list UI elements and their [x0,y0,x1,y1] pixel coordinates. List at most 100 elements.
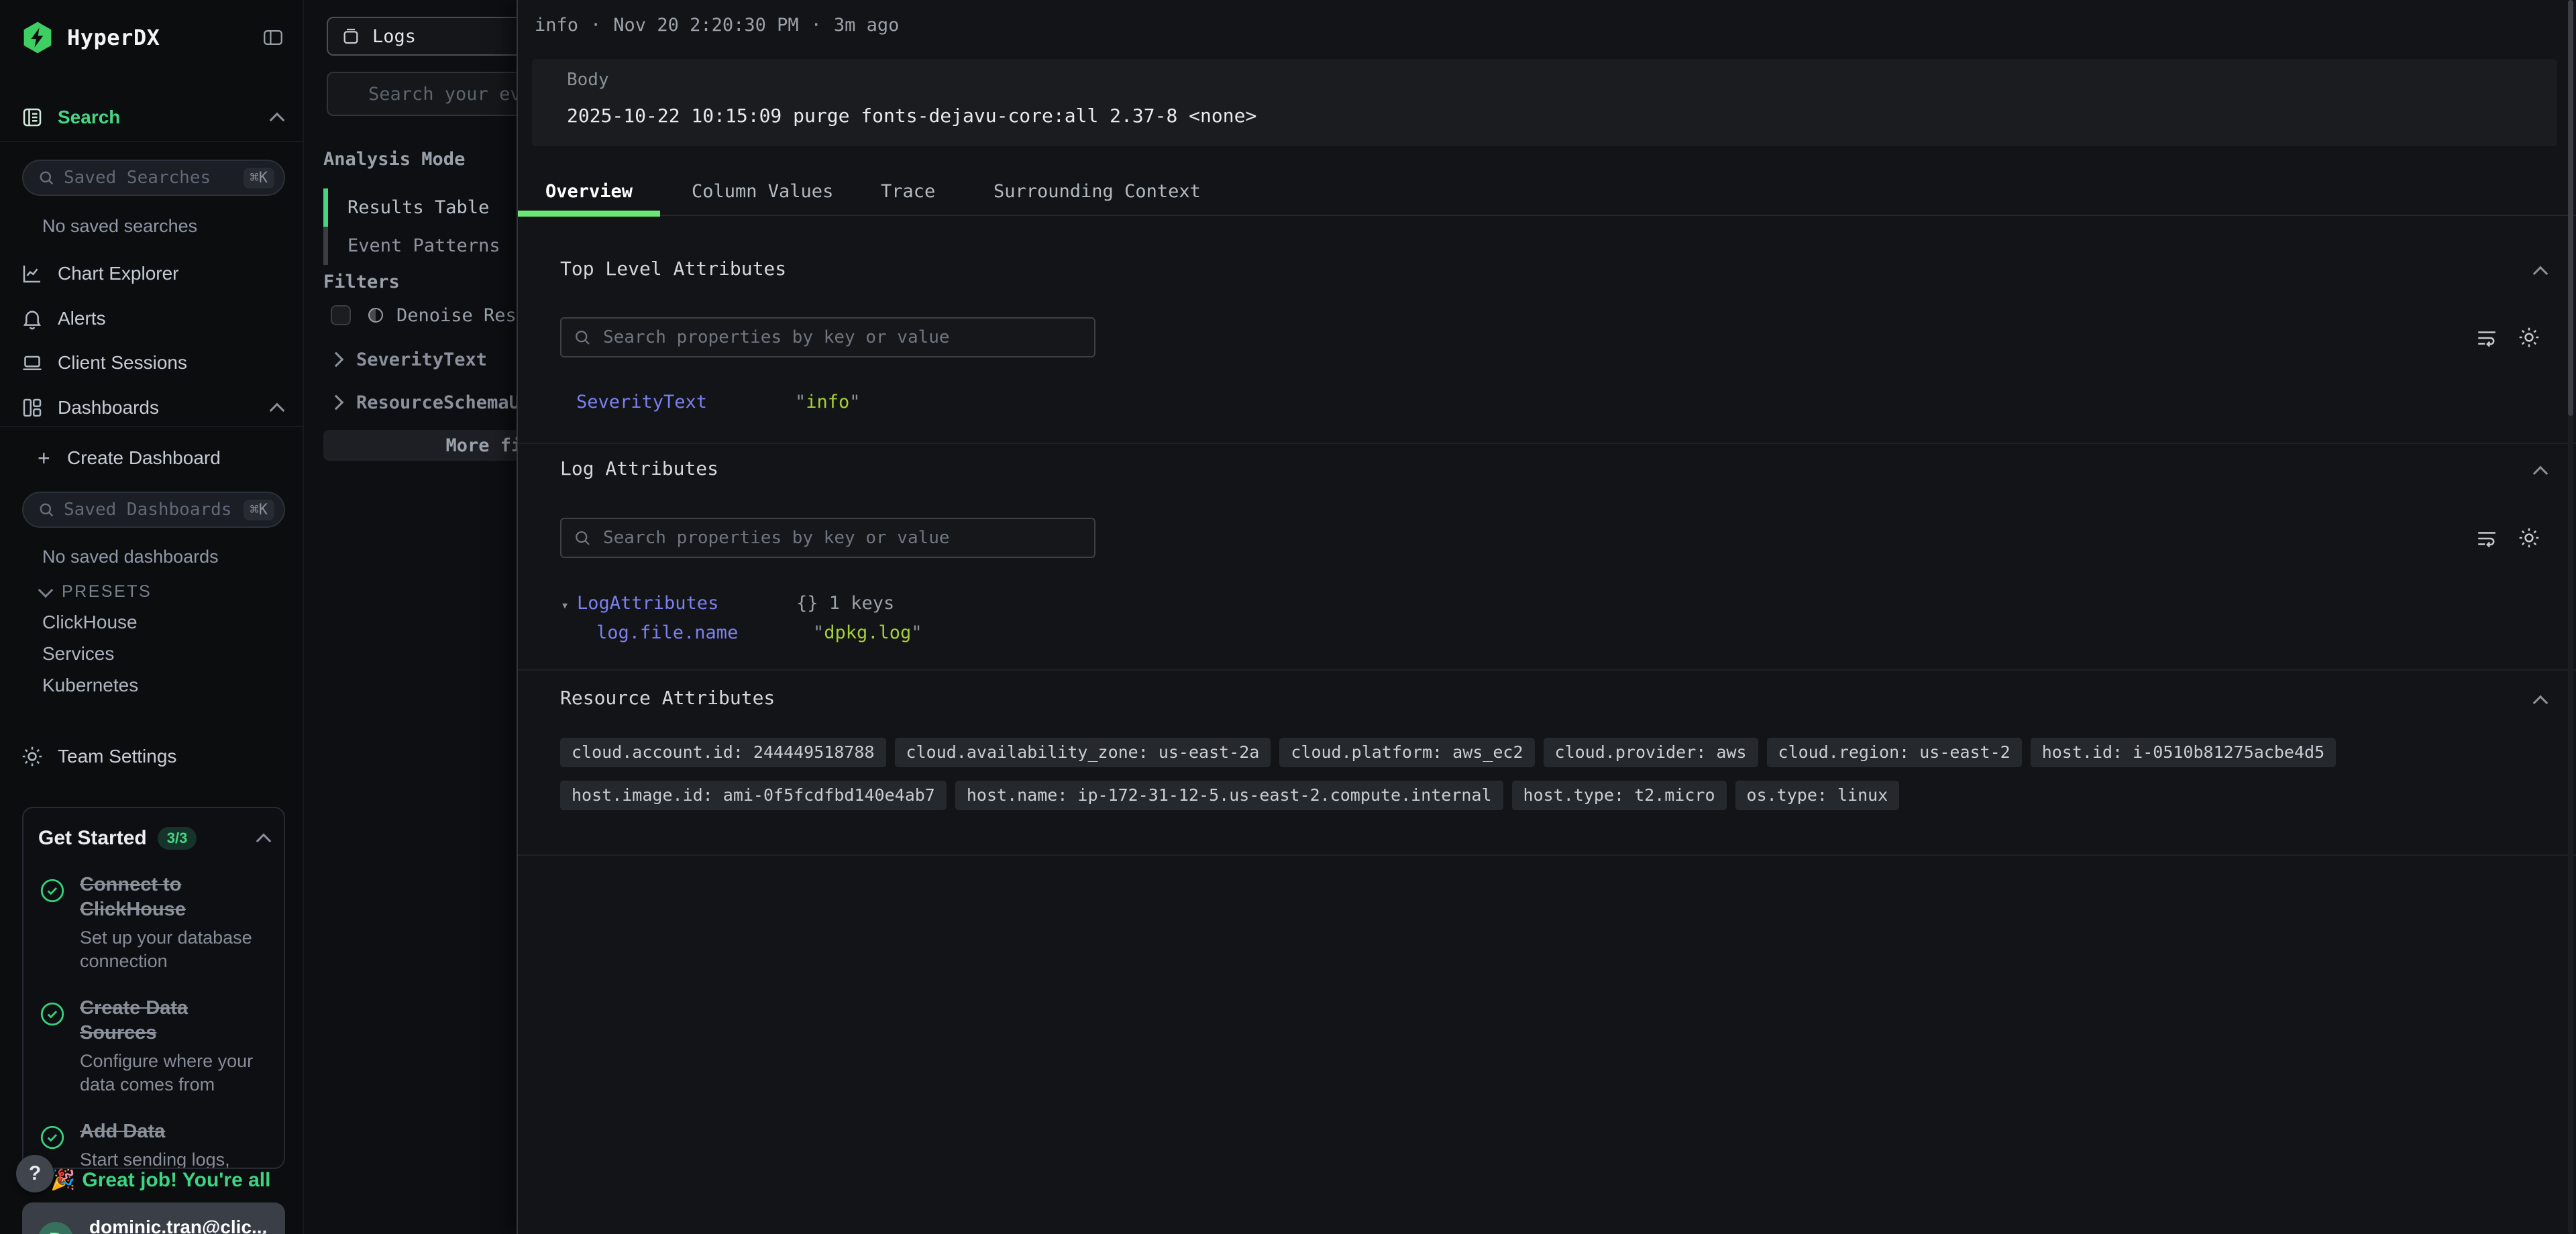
filter-group-resourceschemaurl[interactable]: ResourceSchemaUrl [331,390,541,414]
sidebar-item-client-sessions[interactable]: Client Sessions [0,347,303,378]
filters-label: Filters [323,272,400,292]
section-divider [518,854,2576,856]
preset-services[interactable]: Services [42,643,114,665]
attribute-key[interactable]: SeverityText [576,392,707,412]
preset-kubernetes[interactable]: Kubernetes [42,675,138,696]
settings-gear-icon[interactable] [2517,325,2541,349]
collapse-section-icon[interactable] [2533,466,2548,482]
mode-event-patterns[interactable]: Event Patterns [323,227,500,265]
collapse-section-icon[interactable] [2533,695,2548,711]
dashboard-layout-icon [20,396,51,420]
gear-icon [20,744,51,769]
attribute-key[interactable]: LogAttributes [577,593,718,614]
property-search-input[interactable] [602,527,1083,549]
tab-surrounding-context[interactable]: Surrounding Context [994,181,1201,202]
sidebar-item-alerts[interactable]: Alerts [0,303,303,334]
event-detail-panel: info · Nov 20 2:20:30 PM · 3m ago Body 2… [517,0,2576,1234]
denoise-checkbox[interactable] [331,305,351,325]
search-icon [37,168,56,187]
section-divider [518,443,2576,444]
tab-trace[interactable]: Trace [881,181,935,202]
bell-icon [20,306,51,331]
filter-group-severitytext[interactable]: SeverityText [331,347,487,372]
help-button[interactable]: ? [16,1155,54,1192]
logs-source-icon [340,25,362,47]
resource-attribute-pill[interactable]: cloud.account.id: 244449518788 [560,738,886,767]
plus-icon: + [38,446,60,471]
sidebar-item-team-settings[interactable]: Team Settings [0,741,303,772]
resource-attribute-pill[interactable]: cloud.region: us-east-2 [1767,738,2022,767]
tab-overview[interactable]: Overview [518,181,660,202]
get-started-step-add-data[interactable]: Add Data Start sending logs, metrics, or… [38,1119,269,1169]
collapse-sidebar-icon[interactable] [260,26,286,49]
app-title[interactable]: HyperDX [67,25,160,50]
shortcut-badge: ⌘K [244,168,275,188]
saved-dashboards-input[interactable]: Saved Dashboards ⌘K [22,492,285,528]
body-label: Body [567,70,609,90]
section-divider [518,669,2576,671]
attribute-value[interactable]: "info" [795,392,861,412]
scrollbar-thumb[interactable] [2568,0,2573,416]
scrollbar-track[interactable] [2568,0,2573,1234]
resource-attribute-pill[interactable]: host.image.id: ami-0f5fcdfbd140e4ab7 [560,781,947,810]
tree-expand-caret[interactable]: ▾ [561,597,569,613]
progress-badge: 3/3 [158,827,197,850]
party-icon: 🎉 [50,1168,75,1192]
sidebar-item-search[interactable]: Search [0,102,303,133]
resource-attribute-pill[interactable]: host.name: ip-172-31-12-5.us-east-2.comp… [955,781,1503,810]
dot-separator: · [590,15,601,36]
tabs-divider [518,215,2576,216]
create-dashboard-button[interactable]: + Create Dashboard [0,443,303,473]
get-started-step-sources[interactable]: Create Data Sources Configure where your… [38,996,269,1097]
resource-attribute-pill[interactable]: os.type: linux [1735,781,1900,810]
congrats-message: 🎉 Great job! You're all [50,1168,270,1192]
line-chart-icon [20,262,51,286]
resource-pills-row-1: cloud.account.id: 244449518788 cloud.ava… [560,738,2336,767]
preset-clickhouse[interactable]: ClickHouse [42,612,138,633]
get-started-step-connect[interactable]: Connect to ClickHouse Set up your databa… [38,873,269,973]
presets-toggle[interactable]: PRESETS [40,582,152,602]
active-tab-underline [518,211,660,217]
search-icon [37,500,56,519]
saved-searches-input[interactable]: Saved Searches ⌘K [22,160,285,196]
resource-attribute-pill[interactable]: cloud.availability_zone: us-east-2a [895,738,1271,767]
resource-attribute-pill[interactable]: cloud.platform: aws_ec2 [1279,738,1534,767]
resource-pills-row-2: host.image.id: ami-0f5fcdfbd140e4ab7 hos… [560,781,1899,810]
top-level-property-search[interactable] [560,317,1095,357]
divider [0,141,303,142]
section-title-top-level-attributes: Top Level Attributes [560,258,786,280]
user-profile-card[interactable]: D dominic.tran@clic... dominic.tran@clic… [22,1202,285,1234]
get-started-title: Get Started [38,827,147,850]
object-keys-meta: {} 1 keys [796,593,894,614]
event-timestamp: Nov 20 2:20:30 PM [613,15,798,36]
settings-gear-icon[interactable] [2517,526,2541,550]
chevron-up-icon[interactable] [256,834,272,849]
tab-column-values[interactable]: Column Values [692,181,833,202]
search-icon [572,528,592,548]
resource-attribute-pill[interactable]: host.type: t2.micro [1512,781,1727,810]
section-title-resource-attributes: Resource Attributes [560,687,775,709]
property-search-input[interactable] [602,327,1083,348]
chevron-up-icon[interactable] [270,113,285,128]
chevron-right-icon [329,395,344,410]
resource-attribute-pill[interactable]: host.id: i-0510b81275acbe4d5 [2031,738,2336,767]
resource-attribute-pill[interactable]: cloud.provider: aws [1544,738,1758,767]
log-attributes-property-search[interactable] [560,518,1095,558]
event-age: 3m ago [834,15,900,36]
mode-results-table[interactable]: Results Table [323,188,489,227]
chevron-down-icon [38,582,54,598]
sidebar: HyperDX Search Saved Searches ⌘K No save… [0,0,304,1234]
sidebar-item-chart-explorer[interactable]: Chart Explorer [0,258,303,289]
collapse-section-icon[interactable] [2533,266,2548,282]
profile-name: dominic.tran@clic... [89,1217,259,1234]
sidebar-item-dashboards[interactable]: Dashboards [0,392,303,423]
wrap-lines-icon[interactable] [2475,527,2498,550]
attribute-key[interactable]: log.file.name [596,622,738,643]
divider [0,426,303,427]
wrap-lines-icon[interactable] [2475,327,2498,349]
active-indicator [323,188,328,227]
no-saved-searches-note: No saved searches [42,216,197,237]
attribute-value[interactable]: "dpkg.log" [813,622,922,643]
hyperdx-logo-icon[interactable] [20,20,55,55]
chevron-up-icon[interactable] [270,403,285,418]
